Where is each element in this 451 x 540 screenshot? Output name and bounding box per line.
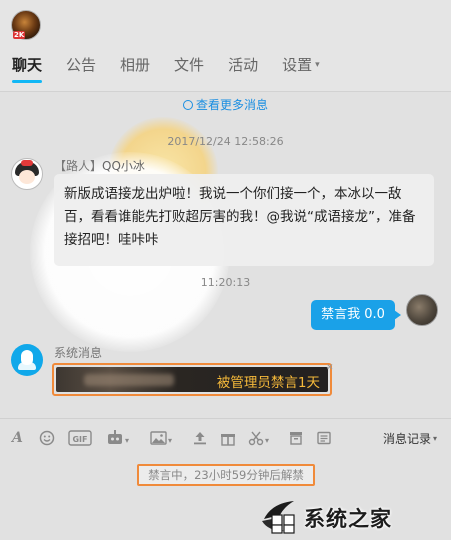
- system-message-avatar: [11, 344, 43, 376]
- system-message-text: 被管理员禁言1天: [216, 375, 320, 391]
- tab-files-label: 文件: [174, 56, 205, 74]
- self-message-bubble: 禁言我 0.0: [311, 300, 401, 330]
- message-history-button[interactable]: 消息记录 ▾: [383, 430, 437, 447]
- view-more-messages-link[interactable]: 查看更多消息: [0, 96, 451, 113]
- tab-activity-label: 活动: [228, 56, 259, 74]
- tab-chat[interactable]: 聊天: [0, 53, 52, 83]
- tab-album-label: 相册: [120, 56, 151, 74]
- system-message-highlight: 被管理员禁言1天: [52, 363, 332, 396]
- tab-announcement-label: 公告: [66, 56, 97, 74]
- tab-bar: 聊天 公告 相册 文件 活动 设置 ▾: [0, 53, 330, 83]
- watermark-logo-icon: [262, 501, 295, 534]
- system-message-card: 被管理员禁言1天: [56, 367, 328, 392]
- message-history-label: 消息记录: [382, 432, 431, 446]
- tab-album[interactable]: 相册: [110, 53, 160, 83]
- input-area: 禁言中，23小时59分钟后解禁 系统之家: [0, 456, 451, 540]
- more-icon[interactable]: [316, 430, 332, 446]
- avatar-face: [19, 170, 35, 184]
- avatar-bow: [21, 160, 33, 166]
- close-icon[interactable]: ✕: [326, 364, 334, 373]
- redacted-name: [84, 374, 174, 386]
- tab-announcement[interactable]: 公告: [56, 53, 106, 83]
- input-toolbar: A GIF ▾ ▾ ▾ 消息记录 ▾: [0, 418, 451, 456]
- bot-message-bubble: 新版成语接龙出炉啦！我说一个你们接一个，本冰以一敌百，看看谁能先打败超厉害的我！…: [54, 174, 434, 266]
- tab-files[interactable]: 文件: [164, 53, 214, 83]
- message-area[interactable]: 查看更多消息 2017/12/24 12:58:26 【路人】QQ小冰 新版成语…: [0, 92, 451, 418]
- sender-name[interactable]: 【路人】QQ小冰: [54, 157, 145, 174]
- message-timestamp: 2017/12/24 12:58:26: [167, 135, 284, 148]
- upload-icon[interactable]: [192, 430, 208, 446]
- chat-header: 2K 聊天 公告 相册 文件 活动 设置 ▾: [0, 0, 451, 92]
- emoji-icon[interactable]: [39, 430, 55, 446]
- tab-chat-label: 聊天: [12, 56, 43, 74]
- ban-status-notice: 禁言中，23小时59分钟后解禁: [137, 464, 315, 486]
- chevron-down-icon: ▾: [315, 60, 320, 70]
- robot-icon[interactable]: ▾: [106, 430, 129, 446]
- group-avatar[interactable]: 2K: [11, 10, 41, 40]
- watermark: 系统之家: [258, 497, 450, 537]
- message-timestamp: 11:20:13: [200, 276, 251, 289]
- bot-avatar[interactable]: [11, 158, 43, 190]
- clock-icon: [182, 100, 193, 110]
- gift-icon[interactable]: [220, 430, 236, 446]
- watermark-text: 系统之家: [304, 507, 392, 531]
- self-avatar[interactable]: [406, 294, 438, 326]
- tab-settings[interactable]: 设置 ▾: [272, 53, 330, 83]
- chevron-down-icon: ▾: [432, 434, 437, 443]
- scissors-icon[interactable]: ▾: [248, 430, 269, 446]
- view-more-messages-label: 查看更多消息: [195, 98, 268, 112]
- image-icon[interactable]: ▾: [150, 430, 172, 446]
- sender-role: 【路人】: [54, 159, 103, 173]
- archive-icon[interactable]: [288, 430, 304, 446]
- avatar-body: [18, 362, 36, 370]
- sender-nickname: QQ小冰: [102, 159, 145, 173]
- svg-text:GIF: GIF: [72, 435, 87, 444]
- tab-activity[interactable]: 活动: [218, 53, 268, 83]
- qq-group-chat-window: 2K 聊天 公告 相册 文件 活动 设置 ▾ 查看更多消息 2017/12/24 …: [0, 0, 451, 540]
- group-level-badge: 2K: [13, 31, 26, 39]
- gif-icon[interactable]: GIF: [68, 430, 92, 446]
- tab-settings-label: 设置: [282, 56, 313, 74]
- system-message-label: 系统消息: [54, 346, 103, 360]
- font-icon[interactable]: A: [12, 430, 23, 446]
